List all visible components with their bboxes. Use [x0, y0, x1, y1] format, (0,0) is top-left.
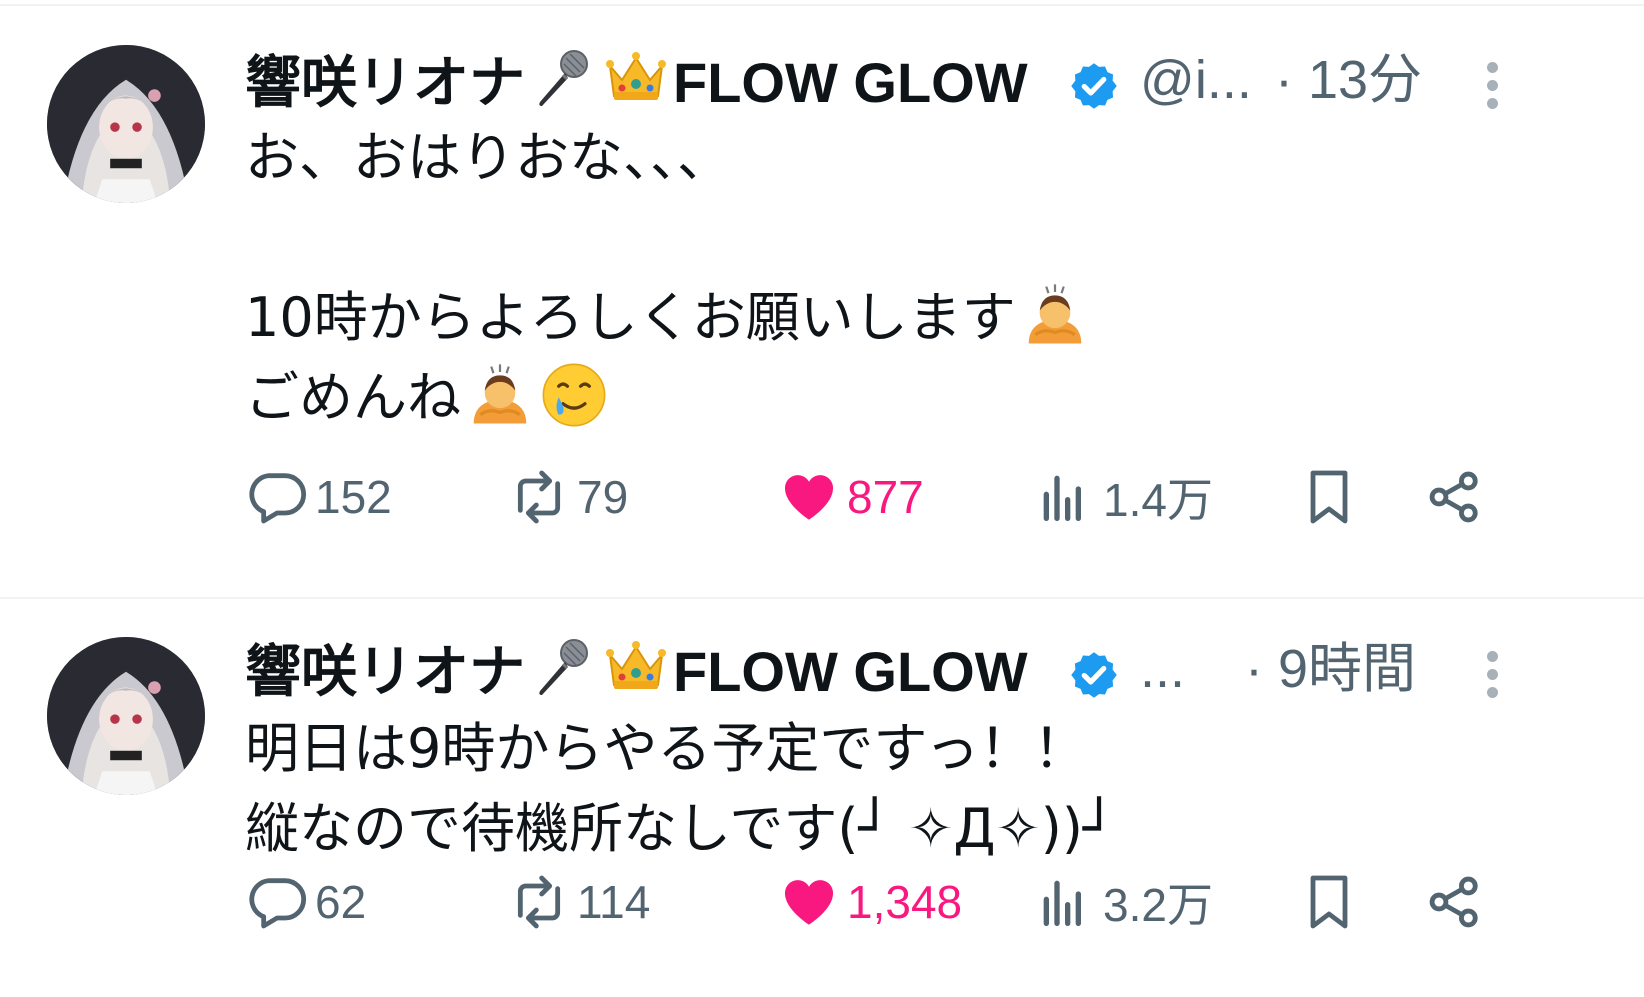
share-button[interactable] [1423, 462, 1493, 532]
share-icon [1423, 870, 1487, 934]
tweet-text-span: ごめんね [245, 366, 461, 429]
tweet-text-span: お、おはりおな、、、 [245, 126, 731, 189]
tweet-text: お、おはりおな、、、 10時からよろしくお願いします ごめんね [245, 118, 1545, 438]
retweet-icon [507, 465, 571, 529]
avatar-image [47, 45, 205, 203]
more-options-button[interactable] [1482, 651, 1502, 703]
display-name-suffix: FLOW GLOW [673, 51, 1028, 114]
views-count: 3.2万 [1103, 879, 1213, 931]
handle[interactable]: ... [1140, 637, 1185, 701]
like-button[interactable]: 877 [777, 462, 924, 532]
timestamp[interactable]: · 9時間 [1245, 637, 1416, 701]
more-dot-icon [1486, 62, 1498, 73]
tweet-text-line: 縦なので待機所なしです(┘ ✧Д✧))┘ [245, 789, 1545, 869]
tweet-text-line: ごめんね [245, 358, 1545, 438]
heart-filled-icon [777, 870, 841, 934]
reply-count: 152 [315, 471, 392, 523]
views-chart-icon [1033, 465, 1097, 529]
retweet-button[interactable]: 114 [507, 867, 650, 937]
reply-count: 62 [315, 876, 367, 928]
reply-icon [245, 465, 309, 529]
reply-icon [245, 870, 309, 934]
handle[interactable]: @i... [1140, 48, 1252, 112]
share-icon [1423, 465, 1487, 529]
tweet-text-span: 10時からよろしくお願いします [245, 286, 1016, 349]
like-button[interactable]: 1,348 [777, 867, 962, 937]
tweet-header: 響咲リオナ FL [245, 627, 1644, 707]
microphone-icon [525, 635, 599, 699]
display-name[interactable]: 響咲リオナ FLOW GLOW [245, 635, 1028, 704]
bookmark-icon [1297, 870, 1361, 934]
avatar[interactable] [47, 45, 205, 203]
views-chart-icon [1033, 870, 1097, 934]
more-options-button[interactable] [1482, 62, 1502, 114]
display-name-suffix: FLOW GLOW [673, 640, 1028, 703]
crown-icon [599, 635, 673, 699]
retweet-count: 114 [577, 876, 651, 928]
person-bowing-icon [465, 360, 535, 430]
top-divider [0, 4, 1644, 6]
avatar[interactable] [47, 637, 205, 795]
tweet-actions: 152 79 877 1.4万 [245, 462, 1565, 532]
avatar-image [47, 637, 205, 795]
bookmark-button[interactable] [1297, 462, 1367, 532]
share-button[interactable] [1423, 867, 1493, 937]
views-count: 1.4万 [1103, 474, 1213, 526]
like-count: 1,348 [847, 876, 963, 928]
verified-badge-icon [1068, 60, 1120, 112]
tweet-text-blank-line [245, 198, 1545, 278]
crown-icon [599, 46, 673, 110]
more-dot-icon [1486, 80, 1498, 91]
reply-button[interactable]: 152 [245, 462, 392, 532]
tweet-text-line: 明日は9時からやる予定ですっ！！ [245, 709, 1545, 789]
reply-button[interactable]: 62 [245, 867, 366, 937]
retweet-count: 79 [577, 471, 629, 523]
microphone-icon [525, 46, 599, 110]
like-count: 877 [847, 471, 924, 523]
more-dot-icon [1486, 687, 1498, 698]
retweet-icon [507, 870, 571, 934]
bookmark-button[interactable] [1297, 867, 1367, 937]
heart-filled-icon [777, 465, 841, 529]
more-dot-icon [1486, 98, 1498, 109]
tweet-header: 響咲リオナ FL [245, 38, 1644, 118]
display-name-text: 響咲リオナ [245, 640, 525, 703]
display-name[interactable]: 響咲リオナ FLOW GLOW [245, 46, 1028, 115]
smiling-face-with-tear-icon [539, 360, 609, 430]
display-name-text: 響咲リオナ [245, 51, 525, 114]
tweet[interactable]: 響咲リオナ FL [0, 10, 1644, 599]
bookmark-icon [1297, 465, 1361, 529]
views-button[interactable]: 3.2万 [1033, 867, 1213, 937]
tweet-text-span: 明日は9時からやる予定ですっ！！ [245, 717, 1088, 780]
tweet-text: 明日は9時からやる予定ですっ！！ 縦なので待機所なしです(┘ ✧Д✧))┘ [245, 709, 1545, 869]
tweet-text-span: 縦なので待機所なしです(┘ ✧Д✧))┘ [245, 797, 1116, 860]
verified-badge-icon [1068, 649, 1120, 701]
retweet-button[interactable]: 79 [507, 462, 628, 532]
tweet[interactable]: 響咲リオナ FL [0, 599, 1644, 997]
more-dot-icon [1486, 669, 1498, 680]
tweet-text-line: お、おはりおな、、、 [245, 118, 1545, 198]
tweet-text-line: 10時からよろしくお願いします [245, 278, 1545, 358]
tweet-actions: 62 114 1,348 3.2万 [245, 867, 1565, 937]
timestamp[interactable]: · 13分 [1275, 48, 1422, 112]
more-dot-icon [1486, 651, 1498, 662]
views-button[interactable]: 1.4万 [1033, 462, 1213, 532]
person-bowing-icon [1020, 280, 1090, 350]
